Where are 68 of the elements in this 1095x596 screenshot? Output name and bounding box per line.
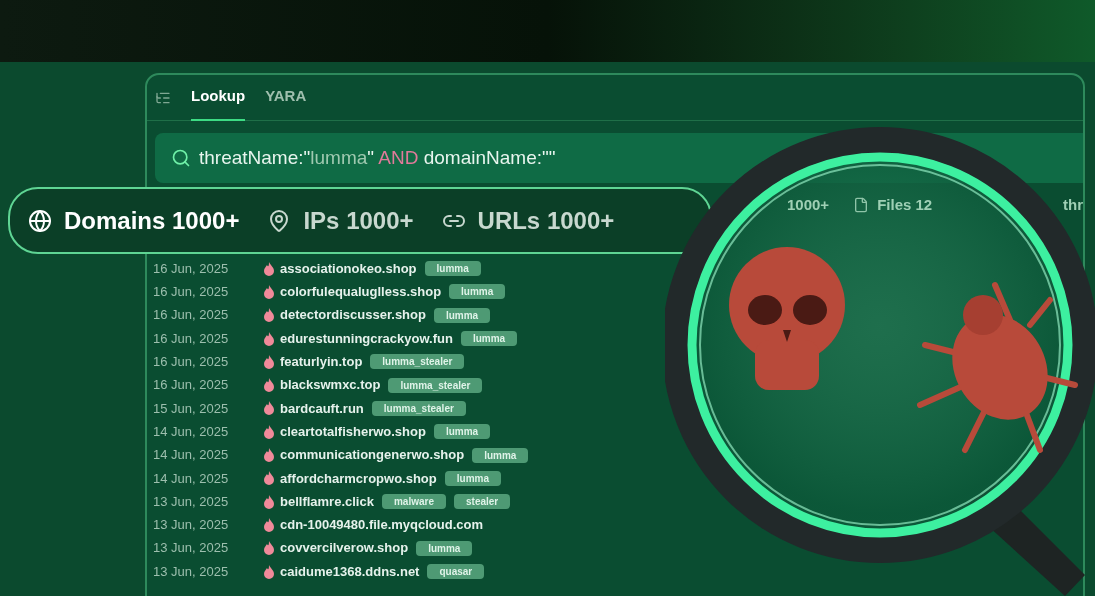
domain-link[interactable]: blackswmxc.top — [280, 375, 381, 395]
tag: lumma_stealer — [371, 400, 466, 416]
domain-link[interactable]: featurlyin.top — [280, 352, 363, 372]
date-cell-text: 16 Jun, 2025 — [153, 259, 230, 278]
domain-link[interactable]: communicationgenerwo.shop — [280, 445, 465, 465]
date-cell-text: 13 Jun, 2025 — [153, 539, 230, 558]
tag: malware — [381, 494, 446, 510]
tag: lumma_stealer — [388, 377, 483, 393]
flame-icon — [263, 541, 275, 556]
domain-link[interactable]: cleartotalfisherwo.shop — [280, 421, 426, 442]
tag: lumma_stealer — [370, 354, 465, 370]
date-cell-text: 16 Jun, 2025 — [153, 376, 230, 395]
domain-link[interactable]: colorfulequaluglless.shop — [280, 282, 442, 302]
tab[interactable]: YARA — [265, 74, 307, 121]
result-type-tab[interactable]: Domains 1000+ — [64, 202, 240, 239]
date-cell-text: 16 Jun, 2025 — [153, 283, 230, 302]
flame-icon — [263, 424, 275, 439]
flame-icon — [263, 564, 275, 579]
flame-icon — [263, 284, 275, 299]
count-label[interactable]: Files 12 — [877, 193, 933, 217]
date-cell-text: 13 Jun, 2025 — [153, 516, 230, 535]
result-type-tab[interactable]: IPs 1000+ — [303, 202, 414, 239]
tag: lumma — [449, 284, 506, 300]
date-cell-text: 15 Jun, 2025 — [153, 399, 230, 418]
flame-icon — [263, 308, 275, 323]
domain-link[interactable]: covvercilverow.shop — [280, 538, 409, 558]
domain-link[interactable]: affordcharmcropwo.shop — [280, 468, 437, 489]
date-cell-text: 14 Jun, 2025 — [153, 422, 230, 441]
date-cell-text: 16 Jun, 2025 — [153, 329, 230, 348]
flame-icon — [263, 354, 275, 369]
tag: lumma — [433, 424, 491, 440]
flame-icon — [263, 378, 275, 393]
date-cell-text: 14 Jun, 2025 — [153, 469, 230, 488]
flame-icon — [263, 494, 275, 509]
tag: lumma — [460, 331, 518, 347]
search-icon — [171, 148, 191, 168]
tag: lumma — [433, 307, 491, 323]
tag: quasar — [427, 564, 485, 579]
date-cell-text: 13 Jun, 2025 — [153, 492, 230, 511]
flame-icon — [263, 471, 275, 486]
date-cell-text: 16 Jun, 2025 — [153, 306, 230, 325]
query-text: threatName:"lumma" AND domainName:"" — [199, 145, 556, 170]
domain-link[interactable]: caidume1368.ddns.net — [280, 561, 420, 582]
domain-link[interactable]: edurestunningcrackyow.fun — [280, 328, 453, 349]
file-icon — [853, 197, 870, 213]
domain-link[interactable]: detectordiscusser.shop — [280, 305, 426, 325]
date-cell-text: 13 Jun, 2025 — [153, 562, 230, 581]
domain-link[interactable]: bellflamre.click — [280, 491, 374, 512]
domain-link[interactable]: bardcauft.run — [280, 398, 364, 419]
count-label[interactable]: thr — [1063, 193, 1083, 217]
flame-icon — [263, 331, 275, 346]
domain-link[interactable]: associationokeo.shop — [280, 258, 417, 279]
result-type-tab[interactable]: URLs 1000+ — [477, 202, 615, 239]
flame-icon — [263, 261, 275, 276]
tab[interactable]: Lookup — [191, 74, 246, 121]
date-cell-text: 16 Jun, 2025 — [153, 353, 230, 372]
tag: stealer — [454, 494, 511, 510]
flame-icon — [263, 517, 275, 532]
domain-link[interactable]: cdn-10049480.file.myqcloud.com — [280, 515, 484, 535]
flame-icon — [263, 401, 275, 416]
flame-icon — [263, 448, 275, 462]
count-label[interactable]: 1000+ — [787, 193, 830, 217]
tag: lumma — [472, 447, 529, 463]
tag: lumma — [416, 540, 473, 556]
globe-icon — [28, 208, 52, 233]
tag: lumma — [444, 470, 501, 486]
date-cell-text: 14 Jun, 2025 — [153, 446, 230, 465]
tag: lumma — [424, 261, 481, 277]
